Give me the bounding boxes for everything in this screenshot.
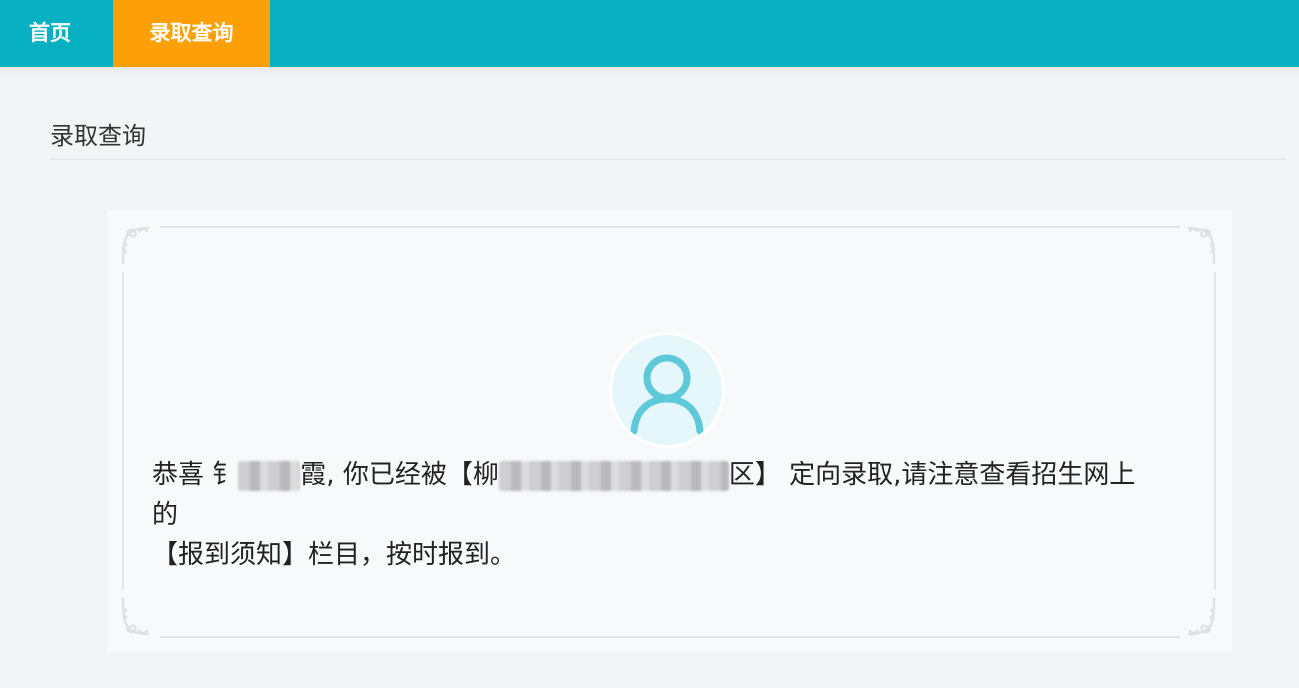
frame-border-bottom — [160, 636, 1180, 638]
student-name-start: 钅 — [212, 460, 239, 490]
org-name-start: 柳 — [472, 460, 499, 490]
frame-border-left — [122, 272, 124, 590]
user-icon — [612, 335, 722, 445]
redacted-org — [498, 460, 729, 491]
ornament-corner-icon — [1178, 224, 1218, 268]
student-name-end: 霞 — [300, 460, 327, 490]
ornament-corner-icon — [119, 594, 159, 638]
page-title: 录取查询 — [50, 122, 146, 150]
message-mid: , 你已经被【 — [326, 460, 473, 490]
nav-item-admission-query[interactable]: 录取查询 — [113, 0, 270, 67]
message-line-2: 【报到须知】栏目，按时报到。 — [152, 540, 517, 570]
admission-message: 恭喜 钅霞, 你已经被【柳 区】 定向录取,请注意查看招生网上的 【报到须知】栏目… — [152, 455, 1152, 575]
ornament-corner-icon — [119, 224, 159, 268]
title-divider — [50, 159, 1286, 160]
ornament-corner-icon — [1178, 594, 1218, 638]
nav-shadow — [0, 67, 1299, 77]
nav-item-home[interactable]: 首页 — [0, 0, 100, 67]
message-prefix: 恭喜 — [152, 460, 213, 490]
redacted-name — [238, 460, 301, 491]
frame-border-top — [160, 226, 1180, 228]
frame-border-right — [1214, 272, 1216, 590]
top-nav-bar: 首页 录取查询 — [0, 0, 1299, 77]
